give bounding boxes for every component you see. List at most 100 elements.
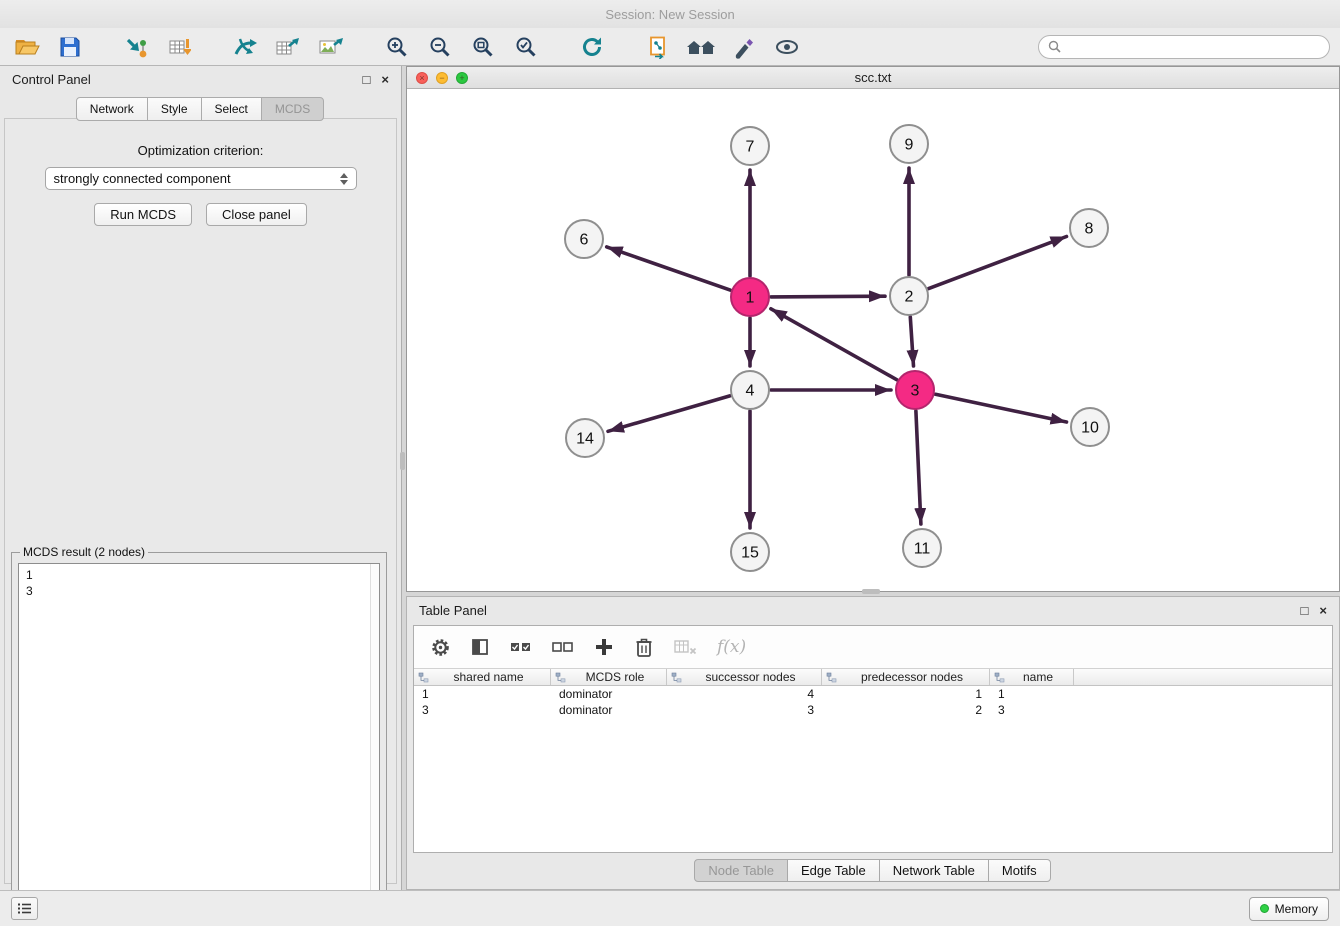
tab-select[interactable]: Select: [201, 97, 262, 121]
save-icon: [58, 35, 82, 59]
tab-network-table[interactable]: Network Table: [879, 859, 989, 882]
node-14[interactable]: 14: [566, 419, 604, 457]
float-table-panel-icon[interactable]: □: [1301, 604, 1309, 617]
export-image-button[interactable]: [314, 31, 348, 63]
column-header-predecessor-nodes[interactable]: predecessor nodes: [822, 669, 990, 685]
import-table-button[interactable]: [162, 31, 196, 63]
node-2[interactable]: 2: [890, 277, 928, 315]
result-scrollbar[interactable]: [370, 564, 379, 916]
zoom-fit-button[interactable]: [466, 31, 500, 63]
table-cell[interactable]: 4: [667, 687, 822, 701]
svg-text:15: 15: [741, 545, 759, 562]
table-cell[interactable]: 1: [822, 687, 990, 701]
node-3[interactable]: 3: [896, 371, 934, 409]
node-7[interactable]: 7: [731, 127, 769, 165]
tab-style[interactable]: Style: [147, 97, 202, 121]
memory-button[interactable]: Memory: [1249, 897, 1329, 921]
node-10[interactable]: 10: [1071, 408, 1109, 446]
delete-columns-button[interactable]: [634, 636, 654, 658]
column-header-shared-name[interactable]: shared name: [414, 669, 551, 685]
brush-icon: [732, 35, 756, 59]
table-cell[interactable]: dominator: [551, 703, 667, 717]
edge-1-6[interactable]: [607, 247, 731, 290]
edge-2-8[interactable]: [929, 237, 1067, 289]
tab-node-table[interactable]: Node Table: [694, 859, 788, 882]
clone-network-button[interactable]: [641, 31, 675, 63]
search-box[interactable]: [1038, 35, 1330, 59]
table-cell[interactable]: 3: [990, 703, 1074, 717]
network-canvas[interactable]: 7 9 6 8 1 2 4 3 14 10 15 11: [407, 89, 1339, 591]
home-layout-button[interactable]: [684, 31, 718, 63]
table-cell[interactable]: 1: [414, 687, 551, 701]
svg-text:14: 14: [576, 431, 594, 448]
node-9[interactable]: 9: [890, 125, 928, 163]
node-4[interactable]: 4: [731, 371, 769, 409]
select-all-columns-button[interactable]: [509, 637, 532, 657]
create-column-button[interactable]: [593, 636, 615, 658]
edge-1-2[interactable]: [771, 296, 885, 297]
deselect-all-columns-button[interactable]: [551, 637, 574, 657]
table-toolbar: f(x): [414, 626, 1332, 668]
node-11[interactable]: 11: [903, 529, 941, 567]
edge-3-11[interactable]: [916, 411, 921, 524]
column-header-MCDS-role[interactable]: MCDS role: [551, 669, 667, 685]
node-8[interactable]: 8: [1070, 209, 1108, 247]
tab-edge-table[interactable]: Edge Table: [787, 859, 880, 882]
table-cell[interactable]: dominator: [551, 687, 667, 701]
close-table-panel-icon[interactable]: ×: [1319, 604, 1327, 617]
minimize-window-icon[interactable]: −: [436, 72, 448, 84]
table-cell[interactable]: 3: [414, 703, 551, 717]
refresh-layout-button[interactable]: [575, 31, 609, 63]
column-header-name[interactable]: name: [990, 669, 1074, 685]
zoom-in-button[interactable]: [380, 31, 414, 63]
float-panel-icon[interactable]: □: [363, 73, 371, 86]
edge-2-3[interactable]: [910, 317, 913, 366]
table-cell[interactable]: 1: [990, 687, 1074, 701]
edge-4-14[interactable]: [608, 396, 730, 431]
network-arrows-icon: [232, 35, 258, 59]
export-table-button[interactable]: [271, 31, 305, 63]
show-columns-button[interactable]: [470, 637, 490, 657]
control-panel: Control Panel □ × NetworkStyleSelectMCDS…: [0, 66, 402, 890]
node-1[interactable]: 1: [731, 278, 769, 316]
show-graphics-button[interactable]: [770, 31, 804, 63]
criterion-dropdown[interactable]: strongly connected component: [45, 167, 357, 190]
task-history-button[interactable]: [11, 897, 38, 920]
node-15[interactable]: 15: [731, 533, 769, 571]
splitter-handle-vertical[interactable]: [400, 452, 405, 470]
edge-3-10[interactable]: [936, 394, 1067, 422]
zoom-selected-button[interactable]: [509, 31, 543, 63]
tab-mcds[interactable]: MCDS: [261, 97, 324, 121]
node-6[interactable]: 6: [565, 220, 603, 258]
open-session-button[interactable]: [10, 31, 44, 63]
tab-motifs[interactable]: Motifs: [988, 859, 1051, 882]
search-input[interactable]: [1066, 40, 1320, 54]
mcds-result-list: 13: [18, 563, 380, 917]
splitter-handle-horizontal[interactable]: [862, 589, 880, 594]
run-mcds-button[interactable]: Run MCDS: [94, 203, 192, 226]
table-panel: Table Panel □ ×: [406, 596, 1340, 890]
import-table-icon: [167, 35, 191, 59]
maximize-window-icon[interactable]: +: [456, 72, 468, 84]
table-cell[interactable]: 2: [822, 703, 990, 717]
column-header-filler: [1074, 669, 1332, 685]
edge-3-1[interactable]: [771, 309, 897, 380]
close-panel-icon[interactable]: ×: [381, 73, 389, 86]
table-row[interactable]: 3dominator323: [414, 702, 1332, 718]
import-network-button[interactable]: [119, 31, 153, 63]
tab-network[interactable]: Network: [76, 97, 148, 121]
node-table: f(x) shared nameMCDS rolesuccessor nodes…: [413, 625, 1333, 853]
export-table-icon: [275, 35, 301, 59]
style-button[interactable]: [727, 31, 761, 63]
column-header-successor-nodes[interactable]: successor nodes: [667, 669, 822, 685]
refresh-icon: [580, 35, 604, 59]
close-panel-button[interactable]: Close panel: [206, 203, 307, 226]
table-settings-button[interactable]: [430, 637, 451, 658]
save-session-button[interactable]: [53, 31, 87, 63]
export-network-button[interactable]: [228, 31, 262, 63]
table-row[interactable]: 1dominator411: [414, 686, 1332, 702]
zoom-out-button[interactable]: [423, 31, 457, 63]
svg-text:3: 3: [911, 383, 920, 400]
close-window-icon[interactable]: ×: [416, 72, 428, 84]
table-cell[interactable]: 3: [667, 703, 822, 717]
